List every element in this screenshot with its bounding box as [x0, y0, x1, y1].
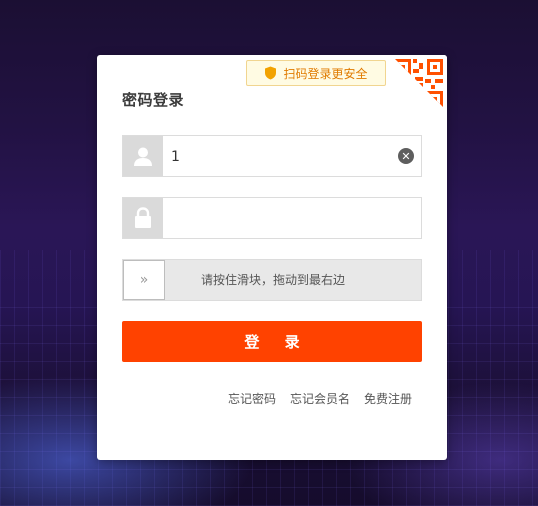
login-card: 密码登录 扫码登录更安全 1 ✕ » 请按住滑块，拖动到最右边 登 录 忘记密码… [97, 55, 447, 460]
register-link[interactable]: 免费注册 [364, 390, 412, 407]
qr-tip-text: 扫码登录更安全 [283, 66, 368, 81]
forgot-username-link[interactable]: 忘记会员名 [290, 390, 350, 407]
qr-code-icon [391, 55, 447, 111]
user-icon [123, 136, 163, 176]
username-input[interactable] [169, 136, 393, 178]
username-field: ✕ [122, 135, 422, 178]
login-button[interactable]: 登 录 [122, 321, 422, 362]
password-field [122, 197, 422, 240]
password-input[interactable] [169, 198, 393, 240]
footer-links: 忘记密码 忘记会员名 免费注册 [228, 390, 412, 407]
qr-login-tip[interactable]: 扫码登录更安全 [246, 60, 386, 86]
slider-hint: 请按住滑块，拖动到最右边 [201, 273, 346, 287]
clear-icon[interactable]: ✕ [398, 148, 414, 164]
slider-handle[interactable]: » [123, 260, 165, 300]
lock-icon [123, 198, 163, 238]
page-title: 密码登录 [122, 91, 185, 109]
forgot-password-link[interactable]: 忘记密码 [228, 390, 276, 407]
double-chevron-right-icon: » [139, 272, 149, 288]
qr-code-switch[interactable] [391, 55, 447, 111]
shield-icon [265, 66, 277, 80]
slider-captcha: » 请按住滑块，拖动到最右边 [122, 259, 422, 301]
